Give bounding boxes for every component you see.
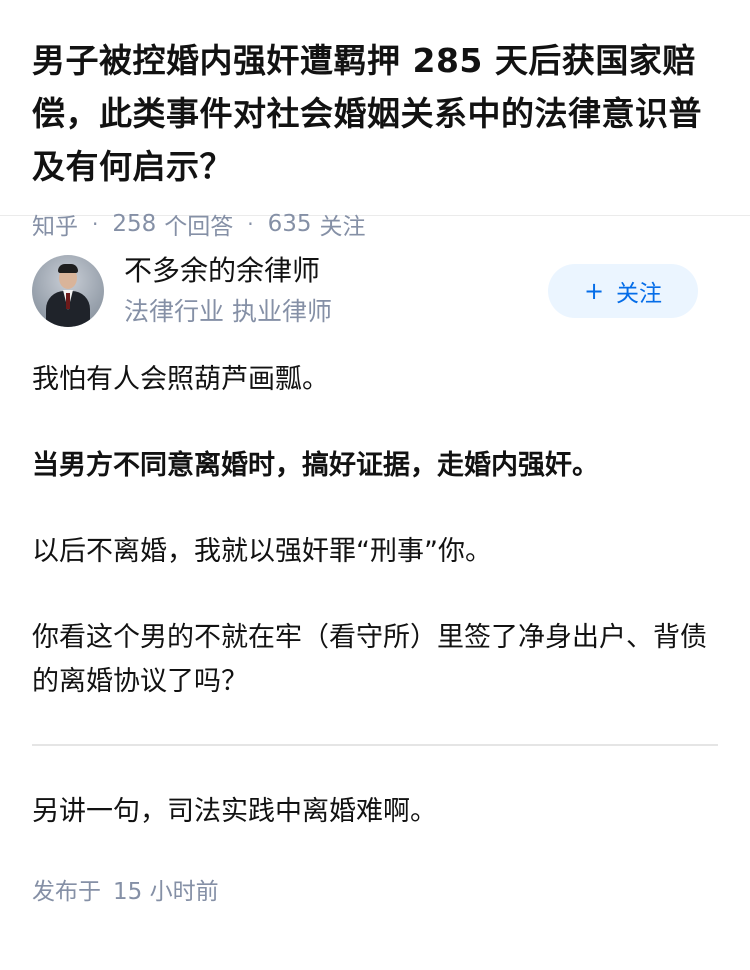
follow-count-label: 关注 xyxy=(319,214,366,240)
author-badge: 法律行业 执业律师 xyxy=(124,297,332,326)
answer-paragraph: 以后不离婚，我就以强奸罪“刑事”你。 xyxy=(32,536,492,567)
author-row: 不多余的余律师 法律行业 执业律师 + 关注 xyxy=(32,216,718,358)
separator-dot: · xyxy=(247,212,254,236)
answer-content: 我怕有人会照葫芦画瓢。 当男方不同意离婚时，搞好证据，走婚内强奸。 以后不离婚，… xyxy=(32,358,718,906)
answer-card: 不多余的余律师 法律行业 执业律师 + 关注 我怕有人会照葫芦画瓢。 当男方不同… xyxy=(0,216,750,906)
answer-paragraph: 另讲一句，司法实践中离婚难啊。 xyxy=(32,796,437,827)
publish-prefix: 发布于 xyxy=(32,879,101,905)
answer-paragraph: 我怕有人会照葫芦画瓢。 xyxy=(32,364,329,395)
question-title[interactable]: 男子被控婚内强奸遭羁押 285 天后获国家赔偿，此类事件对社会婚姻关系中的法律意… xyxy=(32,34,718,193)
publish-time: 发布于 15 小时前 xyxy=(32,872,718,906)
avatar-hair xyxy=(58,264,78,273)
publish-time-value: 15 小时前 xyxy=(113,879,219,905)
follow-button-label: 关注 xyxy=(616,281,663,307)
author-info: 不多余的余律师 法律行业 执业律师 xyxy=(124,253,548,329)
divider xyxy=(32,744,718,746)
answer-paragraph-bold: 当男方不同意离婚时，搞好证据，走婚内强奸。 xyxy=(32,450,599,481)
follow-button[interactable]: + 关注 xyxy=(548,264,698,318)
separator-dot: · xyxy=(92,212,99,236)
follow-count: 635 xyxy=(267,211,312,237)
author-name[interactable]: 不多余的余律师 xyxy=(124,253,548,289)
answer-count-label[interactable]: 个回答 xyxy=(164,207,233,241)
avatar-tie xyxy=(66,293,70,309)
plus-icon: + xyxy=(583,277,605,305)
answer-count: 258 xyxy=(112,211,157,237)
source-label[interactable]: 知乎 xyxy=(32,207,78,241)
avatar[interactable] xyxy=(32,255,104,327)
question-header: 男子被控婚内强奸遭羁押 285 天后获国家赔偿，此类事件对社会婚姻关系中的法律意… xyxy=(0,0,750,240)
answer-paragraph: 你看这个男的不就在牢（看守所）里签了净身出户、背债的离婚协议了吗？ xyxy=(32,622,707,697)
